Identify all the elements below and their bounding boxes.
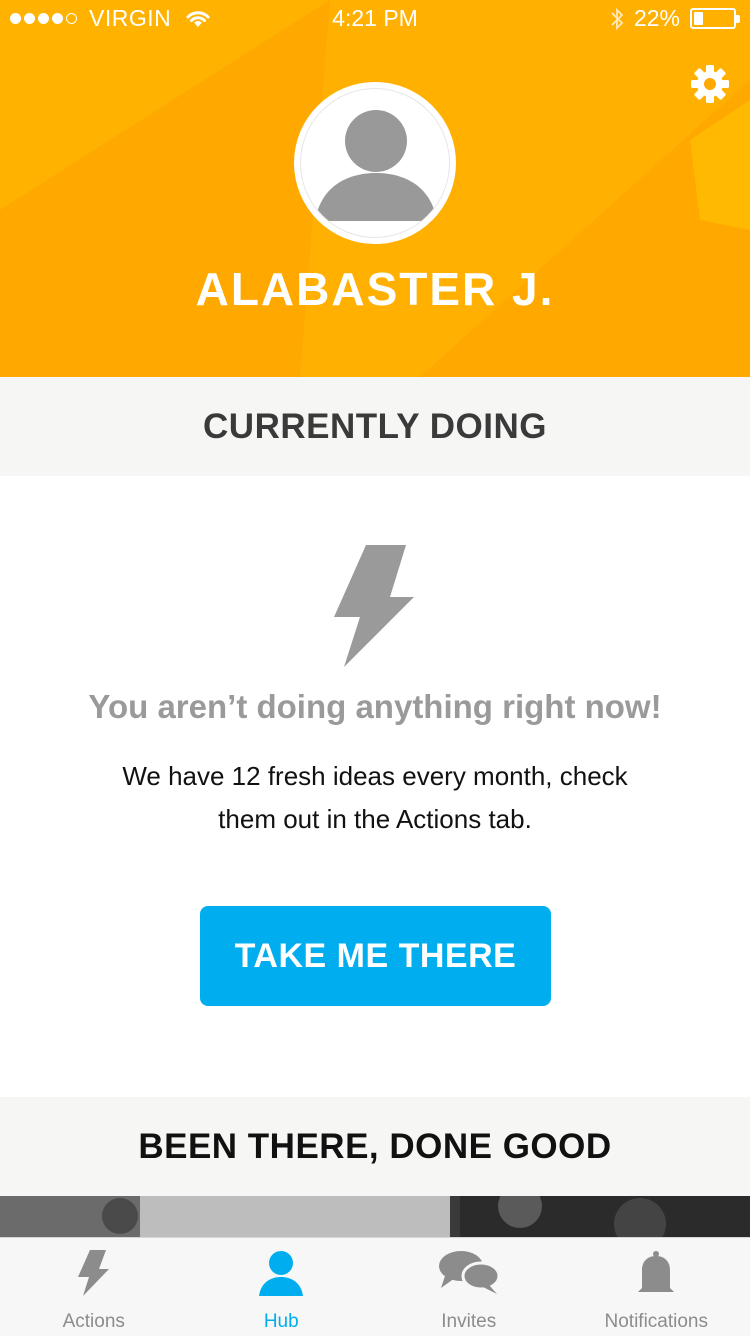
battery-icon: [690, 8, 740, 29]
tab-bar: Actions Hub Invites Notifications: [0, 1237, 750, 1336]
tab-notifications[interactable]: Notifications: [563, 1238, 750, 1336]
tab-actions[interactable]: Actions: [0, 1238, 188, 1336]
tab-label-invites: Invites: [441, 1311, 497, 1332]
status-right: 22%: [610, 5, 740, 32]
empty-state-description: We have 12 fresh ideas every month, chec…: [122, 761, 628, 834]
person-icon: [259, 1251, 304, 1296]
battery-percent: 22%: [633, 5, 680, 31]
settings-gear-icon[interactable]: [690, 64, 730, 104]
completed-action-photo[interactable]: [0, 1196, 750, 1240]
photo-image: [0, 1196, 750, 1240]
tab-label-notifications: Notifications: [604, 1311, 709, 1332]
tab-invites[interactable]: Invites: [375, 1238, 563, 1336]
profile-header: VIRGIN 4:21 PM 22% ALABASTER J.: [0, 0, 750, 377]
bell-icon: [638, 1251, 675, 1292]
tab-label-actions: Actions: [62, 1311, 125, 1332]
currently-doing-header: CURRENTLY DOING: [0, 377, 750, 476]
take-me-there-button[interactable]: TAKE ME THERE: [200, 906, 551, 1006]
status-bar: VIRGIN 4:21 PM 22%: [0, 0, 750, 40]
tab-label-hub: Hub: [263, 1311, 299, 1332]
avatar-frame: [300, 88, 450, 238]
tab-hub[interactable]: Hub: [188, 1238, 376, 1336]
default-user-icon: [315, 110, 437, 221]
avatar[interactable]: [294, 82, 456, 244]
empty-state-title: You aren’t doing anything right now!: [88, 688, 662, 725]
chat-bubbles-icon: [438, 1251, 501, 1294]
bluetooth-icon: [611, 7, 624, 30]
been-there-header: BEEN THERE, DONE GOOD: [0, 1097, 750, 1196]
user-name: ALABASTER J.: [195, 263, 555, 315]
bolt-icon: [77, 1250, 109, 1296]
lightning-bolt-icon: [334, 545, 414, 667]
